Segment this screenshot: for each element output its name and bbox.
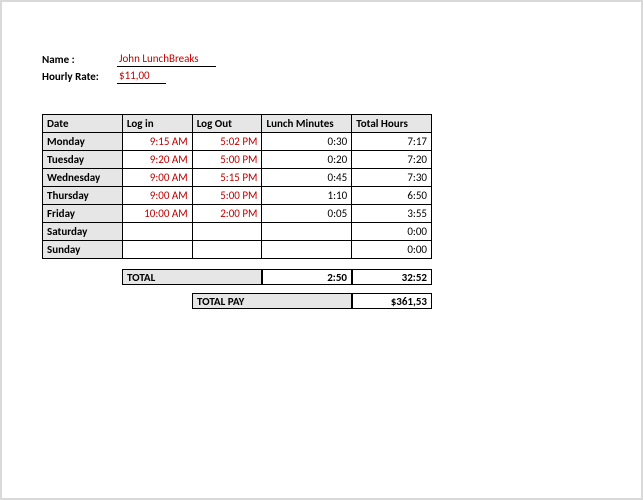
col-login: Log in [122,115,192,133]
total-cell: 0:00 [352,241,432,259]
day-cell: Tuesday [43,151,123,169]
day-cell: Friday [43,205,123,223]
day-cell: Wednesday [43,169,123,187]
lunch-cell [262,241,352,259]
logout-cell: 2:00 PM [192,205,262,223]
col-total: Total Hours [352,115,432,133]
table-row: Tuesday 9:20 AM 5:00 PM 0:20 7:20 [43,151,432,169]
name-row: Name : John LunchBreaks [42,52,641,67]
day-cell: Saturday [43,223,123,241]
total-label-ext [192,269,262,285]
day-cell: Monday [43,133,123,151]
login-cell: 9:00 AM [122,187,192,205]
total-pay-label: TOTAL PAY [192,293,262,309]
logout-cell [192,223,262,241]
col-lunch: Lunch Minutes [262,115,352,133]
rate-value: $11,00 [117,69,166,84]
lunch-cell: 0:20 [262,151,352,169]
login-cell [122,241,192,259]
totals-row-hours: TOTAL 2:50 32:52 [42,269,432,285]
total-pay-value: $361,53 [352,293,432,309]
day-cell: Sunday [43,241,123,259]
logout-cell: 5:02 PM [192,133,262,151]
rate-label: Hourly Rate: [42,70,117,83]
page: Name : John LunchBreaks Hourly Rate: $11… [0,0,643,500]
rate-row: Hourly Rate: $11,00 [42,69,641,84]
lunch-cell: 0:45 [262,169,352,187]
col-date: Date [43,115,123,133]
login-cell [122,223,192,241]
timesheet-area: Date Log in Log Out Lunch Minutes Total … [42,114,641,309]
total-cell: 7:17 [352,133,432,151]
lunch-cell: 1:10 [262,187,352,205]
login-cell: 9:20 AM [122,151,192,169]
total-lunch: 2:50 [262,269,352,285]
name-value: John LunchBreaks [117,52,216,67]
total-label: TOTAL [122,269,192,285]
logout-cell: 5:00 PM [192,187,262,205]
lunch-cell [262,223,352,241]
name-label: Name : [42,53,117,66]
logout-cell [192,241,262,259]
lunch-cell: 0:30 [262,133,352,151]
col-logout: Log Out [192,115,262,133]
table-row: Monday 9:15 AM 5:02 PM 0:30 7:17 [43,133,432,151]
lunch-cell: 0:05 [262,205,352,223]
timesheet-table: Date Log in Log Out Lunch Minutes Total … [42,114,432,259]
total-cell: 3:55 [352,205,432,223]
totals-row-pay: TOTAL PAY $361,53 [42,293,432,309]
totals-area: TOTAL 2:50 32:52 TOTAL PAY $361,53 [42,269,432,309]
total-pay-label-ext [262,293,352,309]
total-cell: 0:00 [352,223,432,241]
total-hours: 32:52 [352,269,432,285]
login-cell: 10:00 AM [122,205,192,223]
table-row: Thursday 9:00 AM 5:00 PM 1:10 6:50 [43,187,432,205]
table-row: Friday 10:00 AM 2:00 PM 0:05 3:55 [43,205,432,223]
total-cell: 6:50 [352,187,432,205]
total-cell: 7:20 [352,151,432,169]
logout-cell: 5:00 PM [192,151,262,169]
table-row: Saturday 0:00 [43,223,432,241]
table-header-row: Date Log in Log Out Lunch Minutes Total … [43,115,432,133]
table-row: Wednesday 9:00 AM 5:15 PM 0:45 7:30 [43,169,432,187]
table-row: Sunday 0:00 [43,241,432,259]
logout-cell: 5:15 PM [192,169,262,187]
total-cell: 7:30 [352,169,432,187]
day-cell: Thursday [43,187,123,205]
login-cell: 9:00 AM [122,169,192,187]
login-cell: 9:15 AM [122,133,192,151]
